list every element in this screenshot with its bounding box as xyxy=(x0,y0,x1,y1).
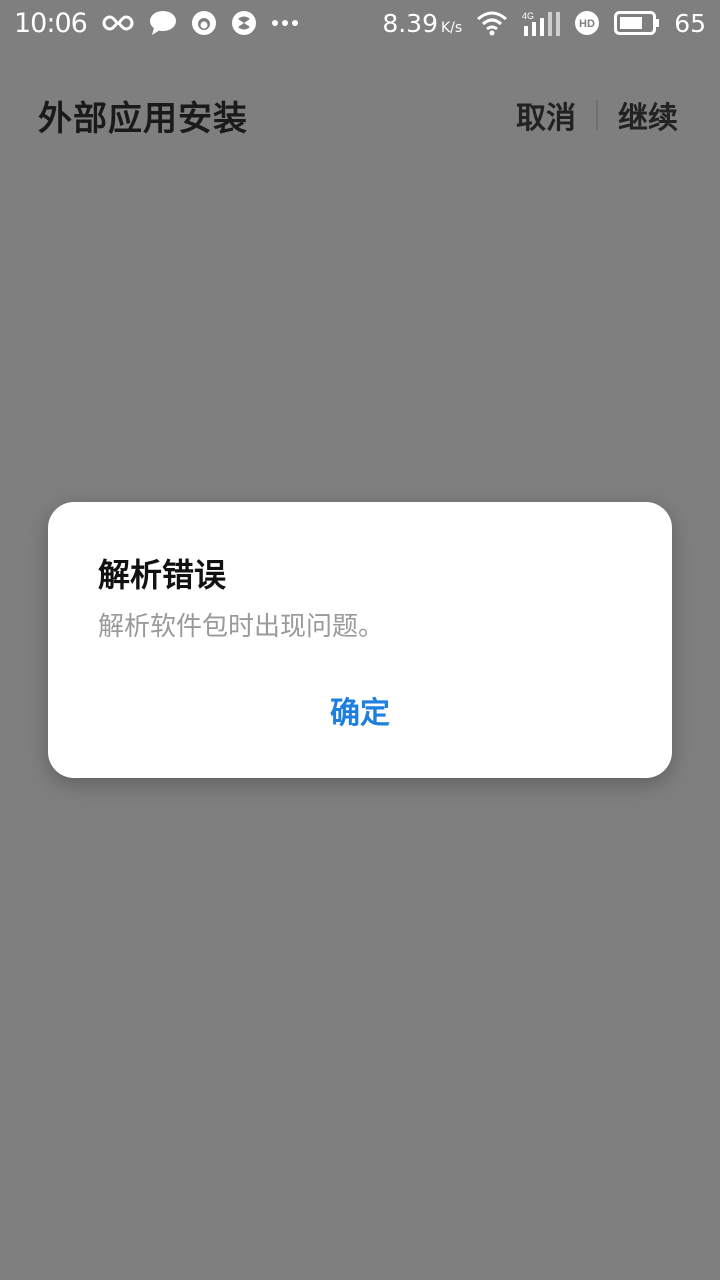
battery-icon xyxy=(614,11,660,35)
cancel-button[interactable]: 取消 xyxy=(512,93,580,137)
infinity-icon xyxy=(101,13,135,33)
more-dots-icon xyxy=(271,19,299,27)
circle-app-icon xyxy=(231,10,257,36)
page-title: 外部应用安装 xyxy=(38,98,248,139)
svg-text:HD: HD xyxy=(579,18,595,30)
net-speed: 8.39 K/s xyxy=(382,9,462,38)
face-icon xyxy=(191,10,217,36)
error-dialog: 解析错误 解析软件包时出现问题。 确定 xyxy=(48,502,672,778)
header-actions: 取消 继续 xyxy=(512,93,682,137)
status-bar: 10:06 8.39 K/s 4G HD 65 xyxy=(0,0,720,46)
signal-4g-icon: 4G xyxy=(522,10,561,36)
wifi-icon xyxy=(476,10,508,36)
continue-button[interactable]: 继续 xyxy=(614,93,682,137)
battery-percent: 65 xyxy=(674,8,706,38)
dialog-title: 解析错误 xyxy=(98,556,227,594)
status-bar-right: 8.39 K/s 4G HD 65 xyxy=(382,9,706,38)
net-speed-unit: K/s xyxy=(440,19,463,36)
chat-bubble-icon xyxy=(149,10,177,36)
app-header: 外部应用安装 取消 继续 xyxy=(0,72,720,158)
hd-icon: HD xyxy=(574,10,600,36)
dialog-message: 解析软件包时出现问题。 xyxy=(98,612,385,642)
svg-text:4G: 4G xyxy=(522,11,534,21)
status-bar-left: 10:06 xyxy=(14,8,299,39)
screen: 10:06 8.39 K/s 4G HD 65 外部应用安装 取消 继续 解析错… xyxy=(0,0,720,1280)
net-speed-value: 8.39 xyxy=(382,8,438,38)
confirm-button[interactable]: 确定 xyxy=(48,682,672,738)
header-divider xyxy=(596,100,598,130)
status-time: 10:06 xyxy=(14,7,88,39)
